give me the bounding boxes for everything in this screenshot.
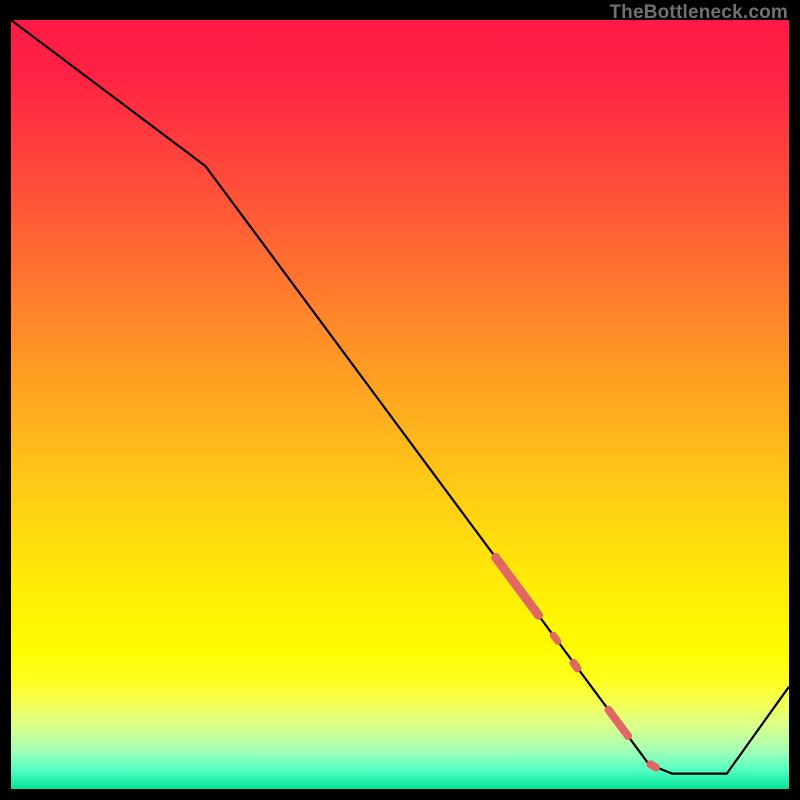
chart-plot-area: [11, 20, 789, 789]
chart-svg: [11, 20, 789, 789]
chart-background-gradient: [11, 20, 789, 789]
